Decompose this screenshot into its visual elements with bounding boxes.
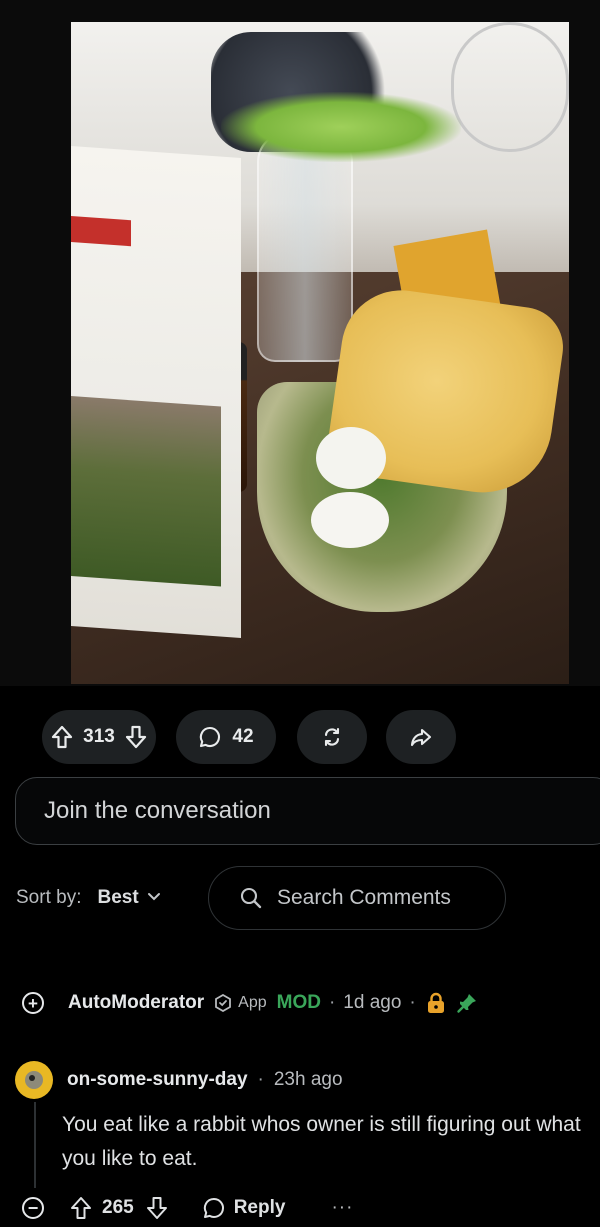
- post-media[interactable]: [0, 0, 600, 686]
- comment-composer[interactable]: Join the conversation: [15, 777, 600, 845]
- vote-pill: 313: [42, 710, 156, 764]
- photo-egg: [316, 427, 386, 489]
- photo-carafe: [257, 132, 353, 362]
- crosspost-button[interactable]: [297, 710, 367, 764]
- photo-bike: [451, 22, 569, 152]
- pin-icon: [456, 992, 478, 1014]
- comment-count: 42: [232, 726, 254, 747]
- comment-author[interactable]: AutoModerator: [68, 992, 204, 1014]
- app-badge-icon: [214, 994, 232, 1012]
- comment-bubble-icon: [198, 725, 222, 749]
- comment-timestamp: 1d ago: [343, 992, 402, 1013]
- separator-dot: ·: [409, 992, 416, 1013]
- comment-composer-placeholder: Join the conversation: [44, 797, 271, 824]
- separator-dot: ·: [328, 992, 336, 1013]
- collapse-thread-button[interactable]: −: [22, 1197, 44, 1219]
- thread-line[interactable]: [34, 1102, 36, 1188]
- photo-milk-carton: [71, 146, 241, 638]
- photo-egg: [311, 492, 389, 548]
- upvote-icon[interactable]: [70, 1196, 92, 1220]
- comment-automoderator[interactable]: + AutoModerator App MOD · 1d ago ·: [22, 986, 478, 1020]
- comment-score: 265: [102, 1197, 134, 1218]
- post-image[interactable]: [71, 22, 569, 684]
- more-options-button[interactable]: ···: [331, 1197, 353, 1219]
- comment-timestamp: 23h ago: [273, 1069, 343, 1090]
- comment-header: on-some-sunny-day · 23h ago: [67, 1066, 343, 1094]
- reply-button[interactable]: Reply: [234, 1197, 286, 1219]
- downvote-icon[interactable]: [125, 725, 147, 749]
- share-arrow-icon: [409, 725, 433, 749]
- upvote-count: 313: [83, 726, 115, 747]
- separator-dot: ·: [257, 1069, 264, 1090]
- chevron-down-icon[interactable]: [147, 889, 161, 907]
- lock-icon: [426, 992, 446, 1014]
- avatar[interactable]: [15, 1061, 53, 1099]
- sort-control[interactable]: Sort by: Best: [16, 866, 161, 930]
- downvote-icon[interactable]: [146, 1196, 168, 1220]
- upvote-icon[interactable]: [51, 725, 73, 749]
- expand-thread-button[interactable]: +: [22, 992, 44, 1014]
- sort-value[interactable]: Best: [97, 887, 138, 909]
- carton-label: [71, 216, 131, 247]
- app-badge-label: App: [238, 994, 267, 1011]
- mod-badge: MOD: [276, 992, 321, 1013]
- comments-button[interactable]: 42: [176, 710, 276, 764]
- share-button[interactable]: [386, 710, 456, 764]
- crosspost-icon: [320, 725, 344, 749]
- search-placeholder: Search Comments: [277, 886, 451, 909]
- comment-body: You eat like a rabbit whos owner is stil…: [62, 1113, 581, 1170]
- search-icon: [239, 886, 263, 910]
- sort-label: Sort by:: [16, 887, 82, 908]
- avatar-eye: [29, 1075, 35, 1081]
- post-actions: 313 42: [0, 710, 600, 764]
- search-comments-input[interactable]: Search Comments: [208, 866, 506, 930]
- carton-picture: [71, 396, 221, 587]
- reply-bubble-icon[interactable]: [202, 1196, 226, 1220]
- photo-celery: [221, 92, 461, 162]
- comment-actions: − 265 Reply ···: [22, 1191, 353, 1225]
- comment-author[interactable]: on-some-sunny-day: [67, 1069, 248, 1091]
